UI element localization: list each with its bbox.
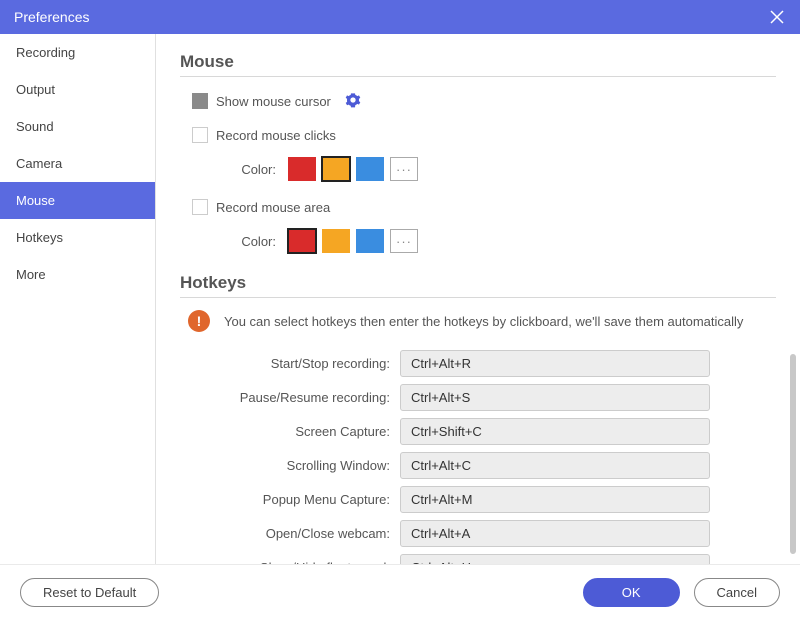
color-row-area: Color: ··· [218, 229, 776, 253]
gear-icon[interactable] [345, 92, 361, 111]
sidebar-item-output[interactable]: Output [0, 71, 155, 108]
color-swatch-red[interactable] [288, 157, 316, 181]
content-pane: Mouse Show mouse cursor Record mouse cli… [156, 34, 800, 564]
sidebar-item-hotkeys[interactable]: Hotkeys [0, 219, 155, 256]
footer: Reset to Default OK Cancel [0, 564, 800, 620]
hotkey-input-1[interactable] [400, 384, 710, 411]
hotkey-label-2: Screen Capture: [180, 424, 400, 439]
color-label-clicks: Color: [218, 162, 276, 177]
alert-icon: ! [188, 310, 210, 332]
footer-right: OK Cancel [583, 578, 780, 607]
checkbox-show-cursor[interactable] [192, 93, 208, 109]
sidebar-item-sound[interactable]: Sound [0, 108, 155, 145]
label-show-cursor: Show mouse cursor [216, 94, 331, 109]
hotkey-label-5: Open/Close webcam: [180, 526, 400, 541]
color-swatch-yellow-2[interactable] [322, 229, 350, 253]
row-record-clicks: Record mouse clicks [192, 123, 776, 147]
sidebar-item-recording[interactable]: Recording [0, 34, 155, 71]
row-show-cursor: Show mouse cursor [192, 89, 776, 113]
label-record-area: Record mouse area [216, 200, 330, 215]
color-swatch-more-2[interactable]: ··· [390, 229, 418, 253]
main-area: Recording Output Sound Camera Mouse Hotk… [0, 34, 800, 564]
color-swatch-more[interactable]: ··· [390, 157, 418, 181]
color-swatch-blue-2[interactable] [356, 229, 384, 253]
hotkey-row-4: Popup Menu Capture: [180, 486, 776, 513]
window-title: Preferences [14, 9, 89, 25]
hotkey-row-0: Start/Stop recording: [180, 350, 776, 377]
hotkey-row-5: Open/Close webcam: [180, 520, 776, 547]
reset-button[interactable]: Reset to Default [20, 578, 159, 607]
titlebar: Preferences [0, 0, 800, 34]
color-swatch-blue[interactable] [356, 157, 384, 181]
color-row-clicks: Color: ··· [218, 157, 776, 181]
hotkey-row-3: Scrolling Window: [180, 452, 776, 479]
hotkey-label-6: Show/Hide float panel: [180, 560, 400, 564]
row-record-area: Record mouse area [192, 195, 776, 219]
label-record-clicks: Record mouse clicks [216, 128, 336, 143]
color-swatch-yellow[interactable] [322, 157, 350, 181]
hotkey-input-5[interactable] [400, 520, 710, 547]
checkbox-record-clicks[interactable] [192, 127, 208, 143]
checkbox-record-area[interactable] [192, 199, 208, 215]
cancel-button[interactable]: Cancel [694, 578, 780, 607]
hotkey-input-4[interactable] [400, 486, 710, 513]
scrollbar[interactable] [790, 354, 796, 554]
hotkey-input-2[interactable] [400, 418, 710, 445]
hotkey-label-0: Start/Stop recording: [180, 356, 400, 371]
sidebar: Recording Output Sound Camera Mouse Hotk… [0, 34, 156, 564]
hotkeys-section-title: Hotkeys [180, 273, 776, 298]
hotkeys-info-row: ! You can select hotkeys then enter the … [188, 310, 776, 332]
close-icon[interactable] [768, 8, 786, 26]
hotkey-label-1: Pause/Resume recording: [180, 390, 400, 405]
sidebar-item-mouse[interactable]: Mouse [0, 182, 155, 219]
hotkey-label-3: Scrolling Window: [180, 458, 400, 473]
hotkey-input-0[interactable] [400, 350, 710, 377]
sidebar-item-more[interactable]: More [0, 256, 155, 293]
hotkey-input-6[interactable] [400, 554, 710, 564]
hotkeys-info-text: You can select hotkeys then enter the ho… [224, 314, 743, 329]
ok-button[interactable]: OK [583, 578, 680, 607]
hotkey-row-2: Screen Capture: [180, 418, 776, 445]
hotkey-row-6: Show/Hide float panel: [180, 554, 776, 564]
hotkey-row-1: Pause/Resume recording: [180, 384, 776, 411]
mouse-section-title: Mouse [180, 52, 776, 77]
hotkey-label-4: Popup Menu Capture: [180, 492, 400, 507]
color-swatch-red-2[interactable] [288, 229, 316, 253]
sidebar-item-camera[interactable]: Camera [0, 145, 155, 182]
hotkey-input-3[interactable] [400, 452, 710, 479]
color-label-area: Color: [218, 234, 276, 249]
